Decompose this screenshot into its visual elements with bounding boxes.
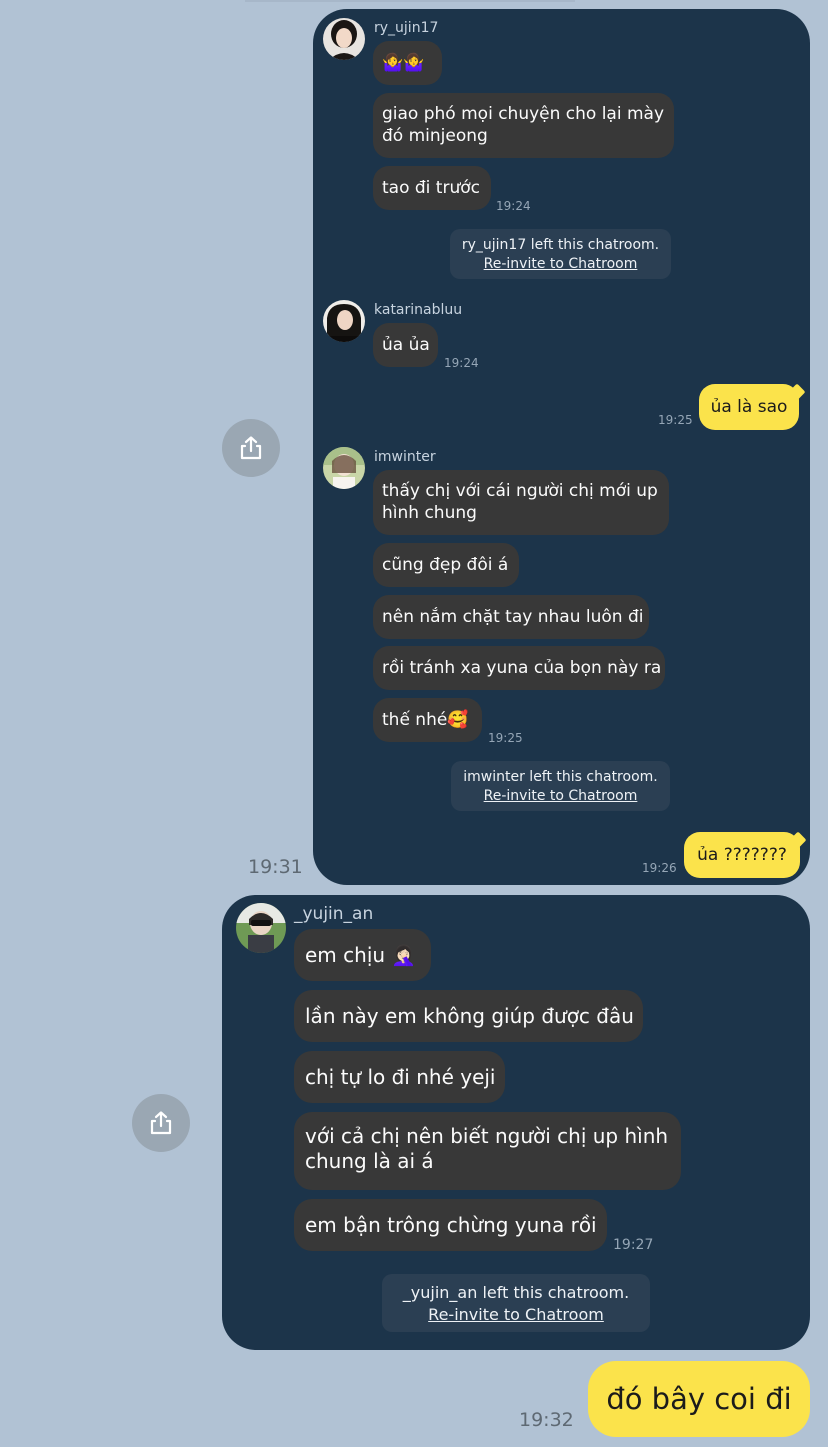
message-bubble[interactable]: em bận trông chừng yuna rồi bbox=[294, 1199, 607, 1251]
message-bubble[interactable]: chị tự lo đi nhé yeji bbox=[294, 1051, 505, 1103]
message-bubble[interactable]: thấy chị với cái người chị mới up hình c… bbox=[373, 470, 669, 535]
message-text: thế nhé🥰 bbox=[382, 710, 469, 730]
message-text: rồi tránh xa yuna của bọn này ra bbox=[382, 658, 662, 678]
avatar-yujin-an[interactable] bbox=[236, 903, 286, 953]
message-text: nên nắm chặt tay nhau luôn đi bbox=[382, 607, 644, 627]
message-bubble[interactable]: cũng đẹp đôi á bbox=[373, 543, 519, 587]
sender-name: _yujin_an bbox=[294, 904, 374, 924]
left-chatroom-notice: _yujin_an left this chatroom. Re-invite … bbox=[382, 1274, 650, 1332]
avatar-katarinabluu[interactable] bbox=[323, 300, 365, 342]
system-message: _yujin_an left this chatroom. bbox=[402, 1283, 630, 1302]
sender-name: imwinter bbox=[374, 449, 436, 465]
message-bubble[interactable]: thế nhé🥰 bbox=[373, 698, 482, 742]
previous-card-edge bbox=[245, 0, 575, 2]
message-time: 19:27 bbox=[613, 1237, 654, 1253]
message-bubble[interactable]: ủa ủa bbox=[373, 323, 438, 367]
message-text: chị tự lo đi nhé yeji bbox=[305, 1064, 496, 1089]
message-text: với cả chị nên biết người chị up hình ch… bbox=[305, 1124, 669, 1173]
reinvite-link[interactable]: Re-invite to Chatroom bbox=[451, 787, 670, 806]
left-chatroom-notice: imwinter left this chatroom. Re-invite t… bbox=[451, 761, 670, 811]
shared-screenshot-card-1[interactable]: ry_ujin17 🤷‍♀️🤷‍♀️ giao phó mọi chuyện c… bbox=[313, 9, 810, 885]
shared-screenshot-card-2[interactable]: _yujin_an em chịu 🤦🏻‍♀️ lần này em không… bbox=[222, 895, 810, 1350]
message-bubble[interactable]: em chịu 🤦🏻‍♀️ bbox=[294, 929, 431, 981]
my-message-bubble[interactable]: đó bây coi đi bbox=[588, 1361, 810, 1437]
message-text: giao phó mọi chuyện cho lại mày đó minje… bbox=[382, 104, 665, 146]
my-message-bubble[interactable]: ủa ??????? bbox=[684, 832, 800, 878]
message-bubble[interactable]: giao phó mọi chuyện cho lại mày đó minje… bbox=[373, 93, 674, 158]
message-text: ủa ủa bbox=[382, 335, 430, 355]
message-time: 19:24 bbox=[444, 356, 479, 370]
message-time: 19:31 bbox=[248, 856, 303, 878]
message-text: lần này em không giúp được đâu bbox=[305, 1003, 634, 1028]
share-icon bbox=[240, 436, 262, 460]
message-bubble[interactable]: 🤷‍♀️🤷‍♀️ bbox=[373, 41, 442, 85]
message-text: ủa là sao bbox=[710, 397, 788, 417]
reinvite-link[interactable]: Re-invite to Chatroom bbox=[450, 255, 671, 274]
message-text: em chịu 🤦🏻‍♀️ bbox=[305, 942, 417, 967]
system-message: imwinter left this chatroom. bbox=[463, 769, 658, 785]
message-bubble[interactable]: nên nắm chặt tay nhau luôn đi bbox=[373, 595, 649, 639]
sender-name: ry_ujin17 bbox=[374, 20, 439, 36]
message-text: thấy chị với cái người chị mới up hình c… bbox=[382, 481, 658, 523]
message-text: em bận trông chừng yuna rồi bbox=[305, 1212, 597, 1237]
avatar-imwinter[interactable] bbox=[323, 447, 365, 489]
message-bubble[interactable]: với cả chị nên biết người chị up hình ch… bbox=[294, 1112, 681, 1190]
left-chatroom-notice: ry_ujin17 left this chatroom. Re-invite … bbox=[450, 229, 671, 279]
message-time: 19:26 bbox=[642, 861, 677, 875]
message-text: tao đi trước bbox=[382, 178, 480, 198]
message-time: 19:25 bbox=[488, 731, 523, 745]
message-bubble[interactable]: rồi tránh xa yuna của bọn này ra bbox=[373, 646, 665, 690]
message-time: 19:25 bbox=[658, 413, 693, 427]
share-button[interactable] bbox=[222, 419, 280, 477]
message-text: ủa ??????? bbox=[697, 845, 787, 865]
my-message-bubble[interactable]: ủa là sao bbox=[699, 384, 799, 430]
message-time: 19:24 bbox=[496, 199, 531, 213]
reinvite-link[interactable]: Re-invite to Chatroom bbox=[382, 1304, 650, 1326]
message-text: 🤷‍♀️🤷‍♀️ bbox=[382, 53, 425, 73]
system-message: ry_ujin17 left this chatroom. bbox=[461, 237, 660, 253]
share-button[interactable] bbox=[132, 1094, 190, 1152]
avatar-ry-ujin17[interactable] bbox=[323, 18, 365, 60]
message-text: đó bây coi đi bbox=[606, 1382, 792, 1416]
message-time: 19:32 bbox=[519, 1409, 574, 1431]
share-icon bbox=[150, 1111, 172, 1135]
message-bubble[interactable]: tao đi trước bbox=[373, 166, 491, 210]
message-bubble[interactable]: lần này em không giúp được đâu bbox=[294, 990, 643, 1042]
sender-name: katarinabluu bbox=[374, 302, 463, 318]
message-text: cũng đẹp đôi á bbox=[382, 555, 509, 575]
